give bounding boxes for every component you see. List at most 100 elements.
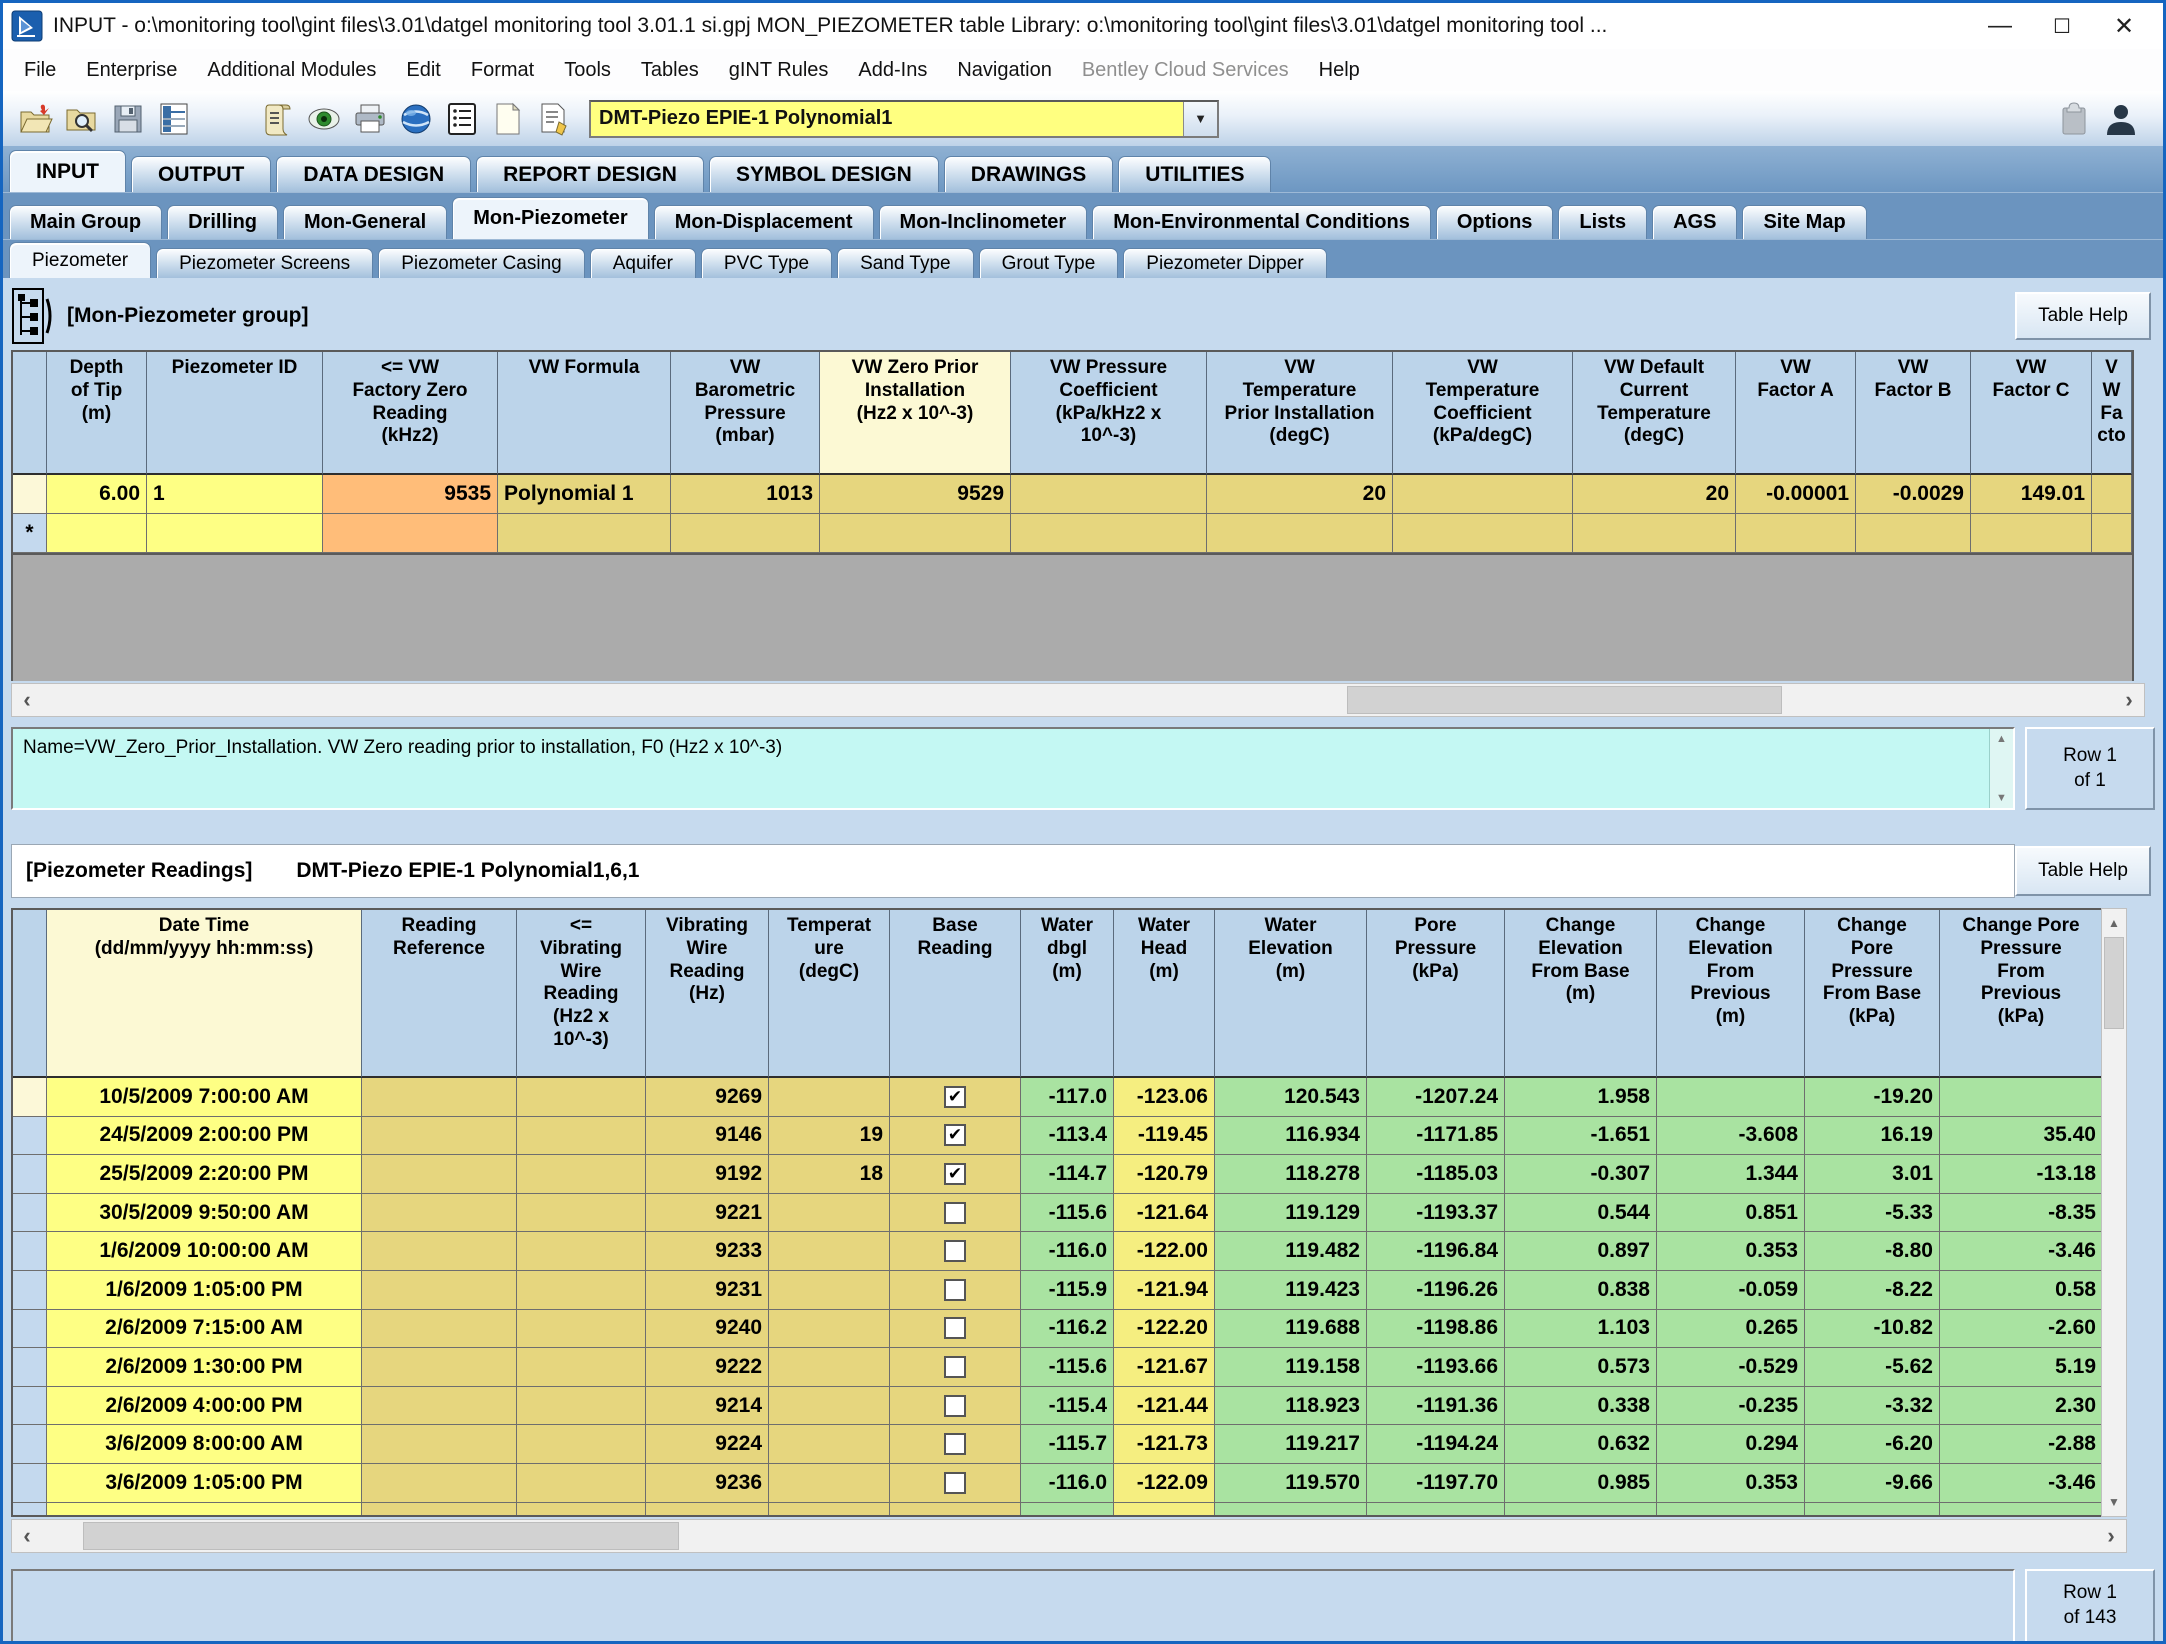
grid-cell[interactable]: -115.6	[1021, 1194, 1114, 1233]
grid-cell[interactable]: 1/6/2009 1:05:00 PM	[47, 1271, 362, 1310]
preview-button[interactable]	[301, 97, 347, 141]
menu-navigation[interactable]: Navigation	[942, 49, 1067, 91]
grid-cell[interactable]: -8.80	[1805, 1232, 1940, 1271]
menu-help[interactable]: Help	[1304, 49, 1375, 91]
user-icon[interactable]	[2105, 102, 2137, 136]
grid-cell[interactable]	[147, 514, 323, 553]
grid-cell[interactable]: -114.7	[1021, 1155, 1114, 1194]
grid-cell[interactable]	[362, 1425, 517, 1464]
grid-cell[interactable]: 9269	[646, 1078, 769, 1117]
grid-cell[interactable]: 0.294	[1657, 1425, 1805, 1464]
grid-cell[interactable]: 1.958	[1505, 1078, 1657, 1117]
grid-cell[interactable]	[517, 1271, 646, 1310]
grid-cell[interactable]: -122.00	[1114, 1232, 1215, 1271]
grid-cell[interactable]: 20	[1207, 475, 1393, 514]
grid-cell[interactable]: -0.059	[1657, 1271, 1805, 1310]
grid-cell[interactable]: -115.4	[1021, 1387, 1114, 1426]
tab-mon-inclinometer[interactable]: Mon-Inclinometer	[879, 205, 1088, 239]
grid-cell[interactable]: 119.158	[1215, 1348, 1367, 1387]
grid-cell[interactable]	[362, 1387, 517, 1426]
grid-cell[interactable]	[362, 1271, 517, 1310]
grid-cell[interactable]	[1393, 475, 1573, 514]
grid-cell[interactable]: 19	[769, 1117, 890, 1156]
grid-cell[interactable]	[1011, 514, 1207, 553]
scroll-down-icon[interactable]: ▼	[2102, 1488, 2126, 1516]
grid-cell[interactable]: -0.529	[1657, 1348, 1805, 1387]
grid-cell[interactable]: -3.608	[1657, 1117, 1805, 1156]
grid-cell[interactable]: 0.838	[1505, 1271, 1657, 1310]
menu-additional-modules[interactable]: Additional Modules	[192, 49, 391, 91]
grid-cell[interactable]: -9.66	[1805, 1464, 1940, 1503]
subtab-sand-type[interactable]: Sand Type	[837, 248, 974, 278]
grid-cell[interactable]: 0.573	[1505, 1348, 1657, 1387]
grid-cell[interactable]: -116.0	[1021, 1464, 1114, 1503]
readings-scrollbar-thumb[interactable]	[2104, 937, 2124, 1029]
subtab-piezometer[interactable]: Piezometer	[9, 242, 151, 278]
grid-cell[interactable]: 2/6/2009 7:15:00 AM	[47, 1310, 362, 1349]
grid-cell[interactable]: 9192	[646, 1155, 769, 1194]
row-selector[interactable]	[13, 1271, 47, 1310]
grid-cell[interactable]: 0.544	[1505, 1194, 1657, 1233]
grid-cell[interactable]	[362, 1155, 517, 1194]
menu-enterprise[interactable]: Enterprise	[71, 49, 192, 91]
grid-cell[interactable]: 3/6/2009 1:05:00 PM	[47, 1464, 362, 1503]
grid-cell[interactable]: 0.265	[1657, 1310, 1805, 1349]
row-selector[interactable]	[13, 1387, 47, 1426]
scroll-right-icon[interactable]: ›	[2096, 1523, 2126, 1549]
grid-cell[interactable]: -1196.26	[1367, 1271, 1505, 1310]
grid-cell[interactable]: -1207.24	[1367, 1078, 1505, 1117]
grid-cell[interactable]	[517, 1387, 646, 1426]
grid-cell[interactable]: 2/6/2009 1:30:00 PM	[47, 1348, 362, 1387]
tab-drilling[interactable]: Drilling	[167, 205, 278, 239]
grid-cell[interactable]	[2092, 475, 2132, 514]
grid-cell[interactable]: -1194.24	[1367, 1425, 1505, 1464]
grid-cell[interactable]: 1.344	[1657, 1155, 1805, 1194]
grid-cell[interactable]: 9146	[646, 1117, 769, 1156]
menu-bentley-cloud-services[interactable]: Bentley Cloud Services	[1067, 49, 1304, 91]
grid-cell[interactable]: 24/5/2009 2:00:00 PM	[47, 1117, 362, 1156]
grid-cell[interactable]: 3.01	[1805, 1155, 1940, 1194]
grid-cell[interactable]: 9231	[646, 1271, 769, 1310]
base-reading-checkbox[interactable]	[944, 1356, 966, 1378]
grid-cell[interactable]: -121.64	[1114, 1194, 1215, 1233]
menu-add-ins[interactable]: Add-Ins	[843, 49, 942, 91]
tab-report-design[interactable]: REPORT DESIGN	[476, 156, 704, 192]
grid-cell[interactable]: 0.58	[1940, 1271, 2103, 1310]
maximize-button[interactable]: ☐	[2031, 5, 2093, 47]
subtab-pvc-type[interactable]: PVC Type	[701, 248, 832, 278]
menu-format[interactable]: Format	[456, 49, 549, 91]
grid-cell[interactable]: -115.6	[1021, 1348, 1114, 1387]
grid-cell[interactable]	[769, 1464, 890, 1503]
grid-cell[interactable]	[769, 1232, 890, 1271]
list-button[interactable]	[439, 97, 485, 141]
grid-cell[interactable]	[517, 1425, 646, 1464]
description-scrollbar[interactable]: ▲▼	[1989, 729, 2013, 808]
tab-lists[interactable]: Lists	[1558, 205, 1647, 239]
grid-cell[interactable]: 35.40	[1940, 1117, 2103, 1156]
grid-cell[interactable]	[769, 1425, 890, 1464]
upper-scrollbar-track[interactable]	[42, 684, 2114, 716]
grid-cell[interactable]: 25/5/2009 2:20:00 PM	[47, 1155, 362, 1194]
readings-vertical-scrollbar[interactable]: ▲ ▼	[2101, 908, 2127, 1517]
grid-cell[interactable]: -1.651	[1505, 1117, 1657, 1156]
grid-cell[interactable]: Polynomial 1	[498, 475, 671, 514]
tab-symbol-design[interactable]: SYMBOL DESIGN	[709, 156, 939, 192]
grid-cell[interactable]: -6.20	[1805, 1425, 1940, 1464]
grid-cell[interactable]: -0.307	[1505, 1155, 1657, 1194]
base-reading-checkbox[interactable]: ✔	[944, 1163, 966, 1185]
tab-mon-general[interactable]: Mon-General	[283, 205, 447, 239]
grid-cell[interactable]	[362, 1117, 517, 1156]
tab-main-group[interactable]: Main Group	[9, 205, 162, 239]
menu-tables[interactable]: Tables	[626, 49, 714, 91]
grid-cell[interactable]: -10.82	[1805, 1310, 1940, 1349]
grid-cell[interactable]: -119.45	[1114, 1117, 1215, 1156]
grid-cell[interactable]: -13.18	[1940, 1155, 2103, 1194]
grid-cell[interactable]	[769, 1271, 890, 1310]
subtab-piezometer-dipper[interactable]: Piezometer Dipper	[1123, 248, 1326, 278]
grid-cell[interactable]: -116.0	[1021, 1232, 1114, 1271]
grid-cell[interactable]: -121.73	[1114, 1425, 1215, 1464]
tab-mon-piezometer[interactable]: Mon-Piezometer	[452, 197, 648, 239]
grid-cell[interactable]: -122.09	[1114, 1464, 1215, 1503]
new-document-button[interactable]	[485, 97, 531, 141]
grid-cell[interactable]: -5.62	[1805, 1348, 1940, 1387]
